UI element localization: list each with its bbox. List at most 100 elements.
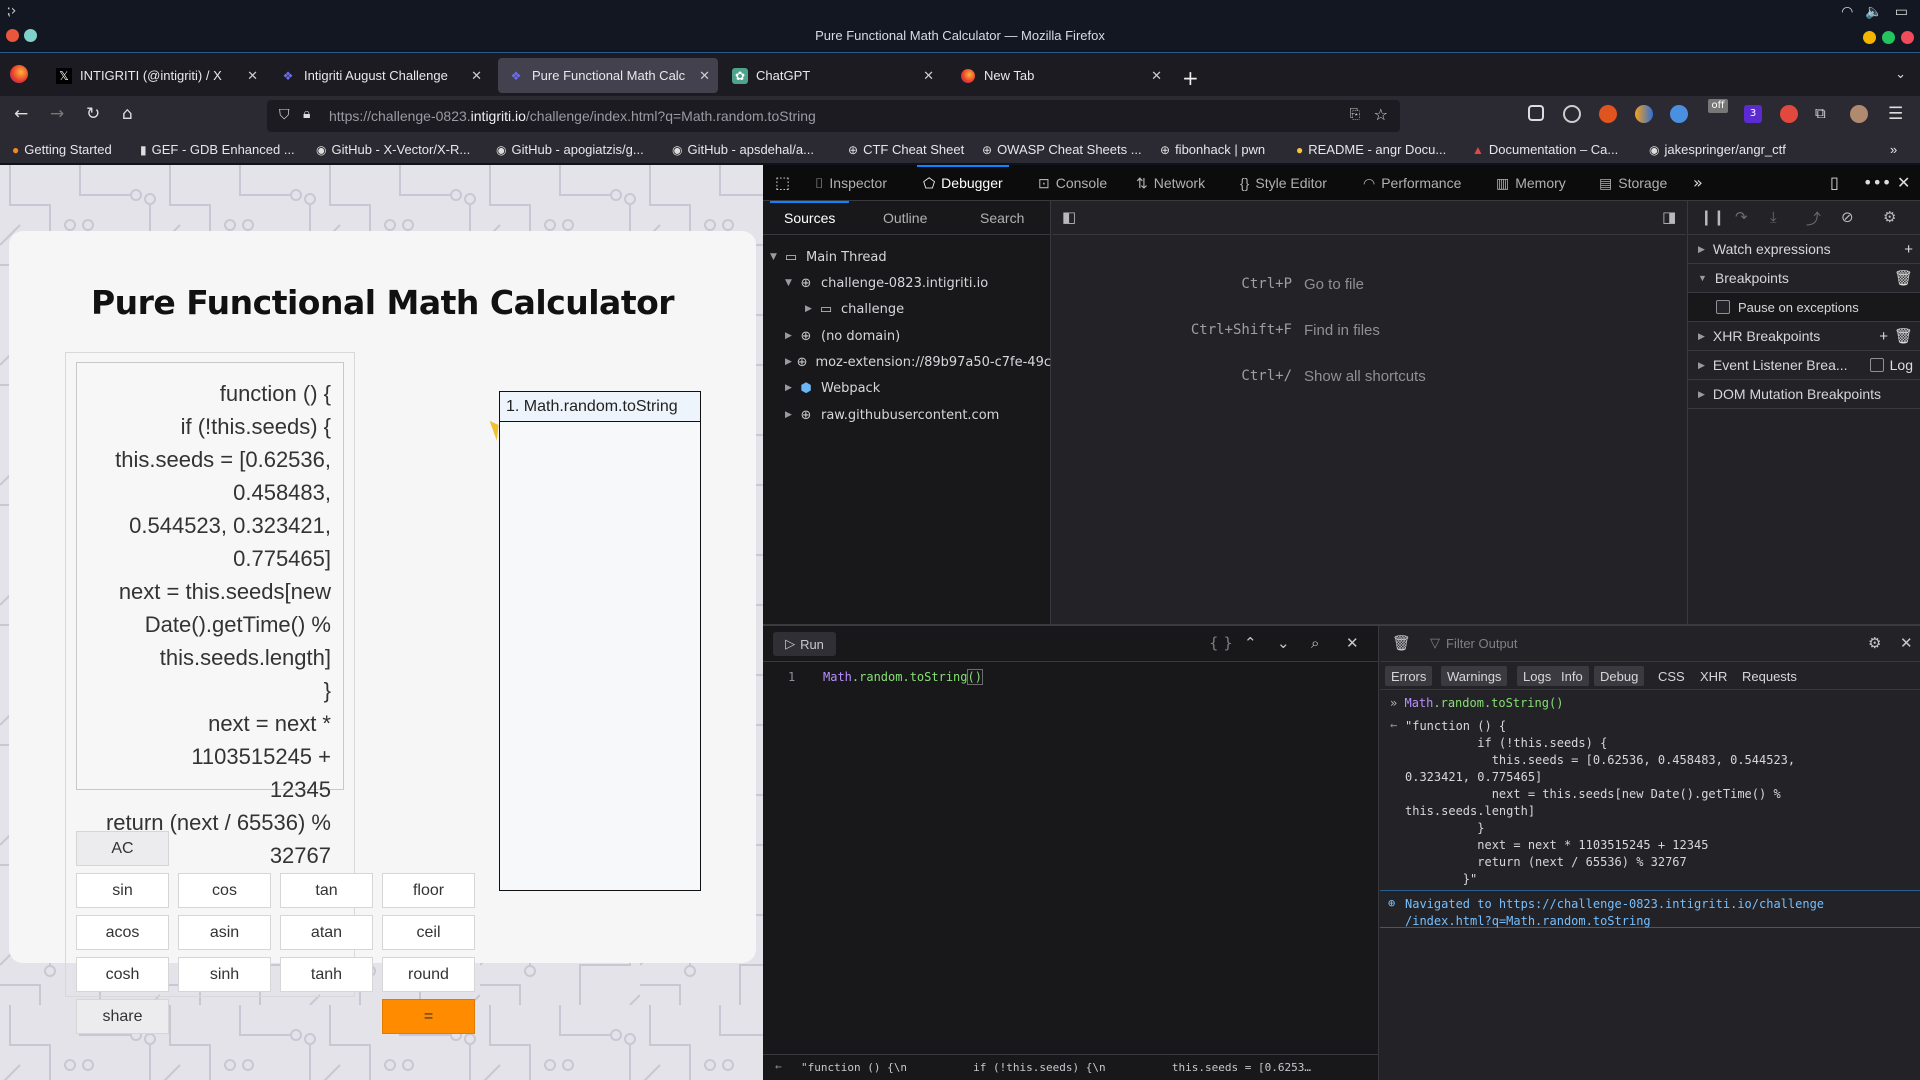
tan-button[interactable]: tan xyxy=(280,873,373,908)
pause-icon[interactable]: ❙❙ xyxy=(1700,208,1725,226)
bookmark-star-icon[interactable]: ☆ xyxy=(1374,105,1388,124)
lock-icon[interactable]: 🔒︎ xyxy=(303,106,310,122)
tree-item-domain[interactable]: ▶ ⊕ raw.githubusercontent.com xyxy=(763,404,1051,426)
filter-css[interactable]: CSS xyxy=(1652,666,1691,686)
minimize-button[interactable] xyxy=(1863,31,1876,44)
add-xhr-icon[interactable]: + xyxy=(1879,328,1888,345)
back-button[interactable]: ← xyxy=(14,104,28,124)
pocket-icon[interactable] xyxy=(1528,105,1544,121)
firefox-view-icon[interactable] xyxy=(10,65,28,83)
tree-item-domain[interactable]: ▶ ⊕ (no domain) xyxy=(763,325,1051,347)
list-all-tabs-icon[interactable]: ⌄ xyxy=(1895,67,1906,82)
watch-expressions-section[interactable]: ▶ Watch expressions + xyxy=(1688,235,1920,264)
acos-button[interactable]: acos xyxy=(76,915,169,950)
equals-button[interactable]: = xyxy=(382,999,475,1034)
bookmark-item[interactable]: ◉ GitHub - apsdehal/a... xyxy=(672,142,814,157)
volume-icon[interactable]: 🔈 xyxy=(1865,4,1882,20)
tab-outline[interactable]: Outline xyxy=(883,210,927,226)
tanh-button[interactable]: tanh xyxy=(280,957,373,992)
app-menu-icon[interactable]: ☰ xyxy=(1888,104,1903,124)
translate-icon[interactable]: ⎘ xyxy=(1350,107,1360,122)
sinh-button[interactable]: sinh xyxy=(178,957,271,992)
tab-debugger[interactable]: ⬠ Debugger xyxy=(917,165,1009,201)
devtools-menu-icon[interactable]: ••• xyxy=(1863,173,1891,192)
more-tools-icon[interactable]: » xyxy=(1693,173,1703,192)
tab-intigriti-x[interactable]: 𝕏 INTIGRITI (@intigriti) / X ✕ xyxy=(46,58,266,93)
xhr-breakpoints-section[interactable]: ▶ XHR Breakpoints + 🗑︎ xyxy=(1688,322,1920,351)
history-up-icon[interactable]: ⌃ xyxy=(1244,634,1257,652)
tab-performance[interactable]: ◠ Performance xyxy=(1363,165,1461,201)
step-over-icon[interactable]: ↷ xyxy=(1735,208,1748,226)
round-button[interactable]: round xyxy=(382,957,475,992)
filter-output-input[interactable]: Filter Output xyxy=(1446,636,1518,651)
tree-item-main-thread[interactable]: ▼ ▭ Main Thread xyxy=(763,246,1051,268)
element-picker-icon[interactable]: ⬚ xyxy=(775,173,790,192)
delete-xhr-icon[interactable]: 🗑︎ xyxy=(1894,327,1913,345)
account-avatar[interactable] xyxy=(1850,105,1868,123)
tab-intigriti-august[interactable]: ❖ Intigriti August Challenge ✕ xyxy=(270,58,490,93)
tab-search[interactable]: Search xyxy=(980,210,1024,226)
tab-console[interactable]: ⊡ Console xyxy=(1038,165,1107,201)
step-in-icon[interactable]: ⤓ xyxy=(1770,208,1777,226)
new-tab-button[interactable]: + xyxy=(1182,66,1199,90)
pause-on-exceptions-checkbox[interactable] xyxy=(1716,300,1730,314)
responsive-design-icon[interactable]: ▯ xyxy=(1830,173,1839,192)
close-tab-icon[interactable]: ✕ xyxy=(699,68,710,84)
floor-button[interactable]: floor xyxy=(382,873,475,908)
reverse-search-icon[interactable]: ⌕ xyxy=(1311,634,1319,652)
deactivate-breakpoints-icon[interactable]: ⊘ xyxy=(1841,208,1854,226)
history-down-icon[interactable]: ⌄ xyxy=(1277,634,1290,652)
url-bar[interactable]: ⛉ 🔒︎ https://challenge-0823.intigriti.io… xyxy=(267,100,1400,132)
cosh-button[interactable]: cosh xyxy=(76,957,169,992)
extension-fox-icon[interactable] xyxy=(1635,105,1653,123)
close-tab-icon[interactable]: ✕ xyxy=(1151,68,1162,84)
cos-button[interactable]: cos xyxy=(178,873,271,908)
bookmark-item[interactable]: ⊕ CTF Cheat Sheet xyxy=(848,142,964,157)
bookmark-item[interactable]: ▲ Documentation – Ca... xyxy=(1472,142,1618,157)
close-tab-icon[interactable]: ✕ xyxy=(247,68,258,84)
filter-errors[interactable]: Errors xyxy=(1385,666,1433,686)
filter-xhr[interactable]: XHR xyxy=(1694,666,1733,686)
filter-requests[interactable]: Requests xyxy=(1736,666,1803,686)
filter-info[interactable]: Info xyxy=(1555,666,1589,686)
battery-icon[interactable]: ▭ xyxy=(1895,4,1908,20)
tab-chatgpt[interactable]: ✿ ChatGPT ✕ xyxy=(722,58,942,93)
bookmark-item[interactable]: ⊕ fibonhack | pwn xyxy=(1160,142,1265,157)
tab-sources[interactable]: Sources xyxy=(769,201,850,226)
tree-item-domain[interactable]: ▶ ⊕ moz-extension://89b97a50-c7fe-49c xyxy=(763,351,1051,373)
activities-icon[interactable]: ⁏› xyxy=(6,3,16,19)
tab-storage[interactable]: ▤ Storage xyxy=(1599,165,1667,201)
tree-item-folder[interactable]: ▶ ▭ challenge xyxy=(763,298,1051,320)
close-tab-icon[interactable]: ✕ xyxy=(471,68,482,84)
pause-on-exceptions-row[interactable]: Pause on exceptions xyxy=(1688,293,1920,322)
sin-button[interactable]: sin xyxy=(76,873,169,908)
filter-warnings[interactable]: Warnings xyxy=(1441,666,1508,686)
bookmark-item[interactable]: ◉ GitHub - X-Vector/X-R... xyxy=(316,142,470,157)
wifi-icon[interactable]: ◠ xyxy=(1841,4,1853,20)
ceil-button[interactable]: ceil xyxy=(382,915,475,950)
maximize-button[interactable] xyxy=(1882,31,1895,44)
tree-item-domain[interactable]: ▼ ⊕ challenge-0823.intigriti.io xyxy=(763,272,1051,294)
extension-block-icon[interactable] xyxy=(1599,105,1617,123)
tab-inspector[interactable]: ⌷ Inspector xyxy=(815,165,887,201)
more-bookmarks-icon[interactable]: » xyxy=(1890,142,1897,157)
pretty-print-icon[interactable]: { } xyxy=(1209,634,1233,652)
cookie-icon[interactable] xyxy=(1563,105,1581,123)
close-split-console-icon[interactable]: ✕ xyxy=(1900,634,1913,652)
extension-off-badge[interactable]: off xyxy=(1708,99,1728,113)
close-editor-icon[interactable]: ✕ xyxy=(1346,634,1359,652)
breakpoints-section[interactable]: ▼ Breakpoints 🗑︎ xyxy=(1688,264,1920,293)
reload-button[interactable]: ↻ xyxy=(86,104,100,124)
atan-button[interactable]: atan xyxy=(280,915,373,950)
toggle-sidebar-icon[interactable]: ◨ xyxy=(1662,208,1676,226)
extension-globe-icon[interactable] xyxy=(1670,105,1688,123)
step-out-icon[interactable]: ⤴ xyxy=(1806,208,1821,229)
bookmark-item[interactable]: ▮ GEF - GDB Enhanced ... xyxy=(140,142,295,157)
extension-count-badge[interactable]: 3 xyxy=(1744,105,1762,123)
log-checkbox[interactable] xyxy=(1869,358,1884,372)
dom-mutation-section[interactable]: ▶ DOM Mutation Breakpoints xyxy=(1688,380,1920,409)
bookmark-item[interactable]: ◉ jakespringer/angr_ctf xyxy=(1649,142,1786,157)
tab-new-tab[interactable]: New Tab ✕ xyxy=(950,58,1170,93)
share-button[interactable]: share xyxy=(76,999,169,1034)
bookmark-item[interactable]: ● README - angr Docu... xyxy=(1296,142,1446,157)
